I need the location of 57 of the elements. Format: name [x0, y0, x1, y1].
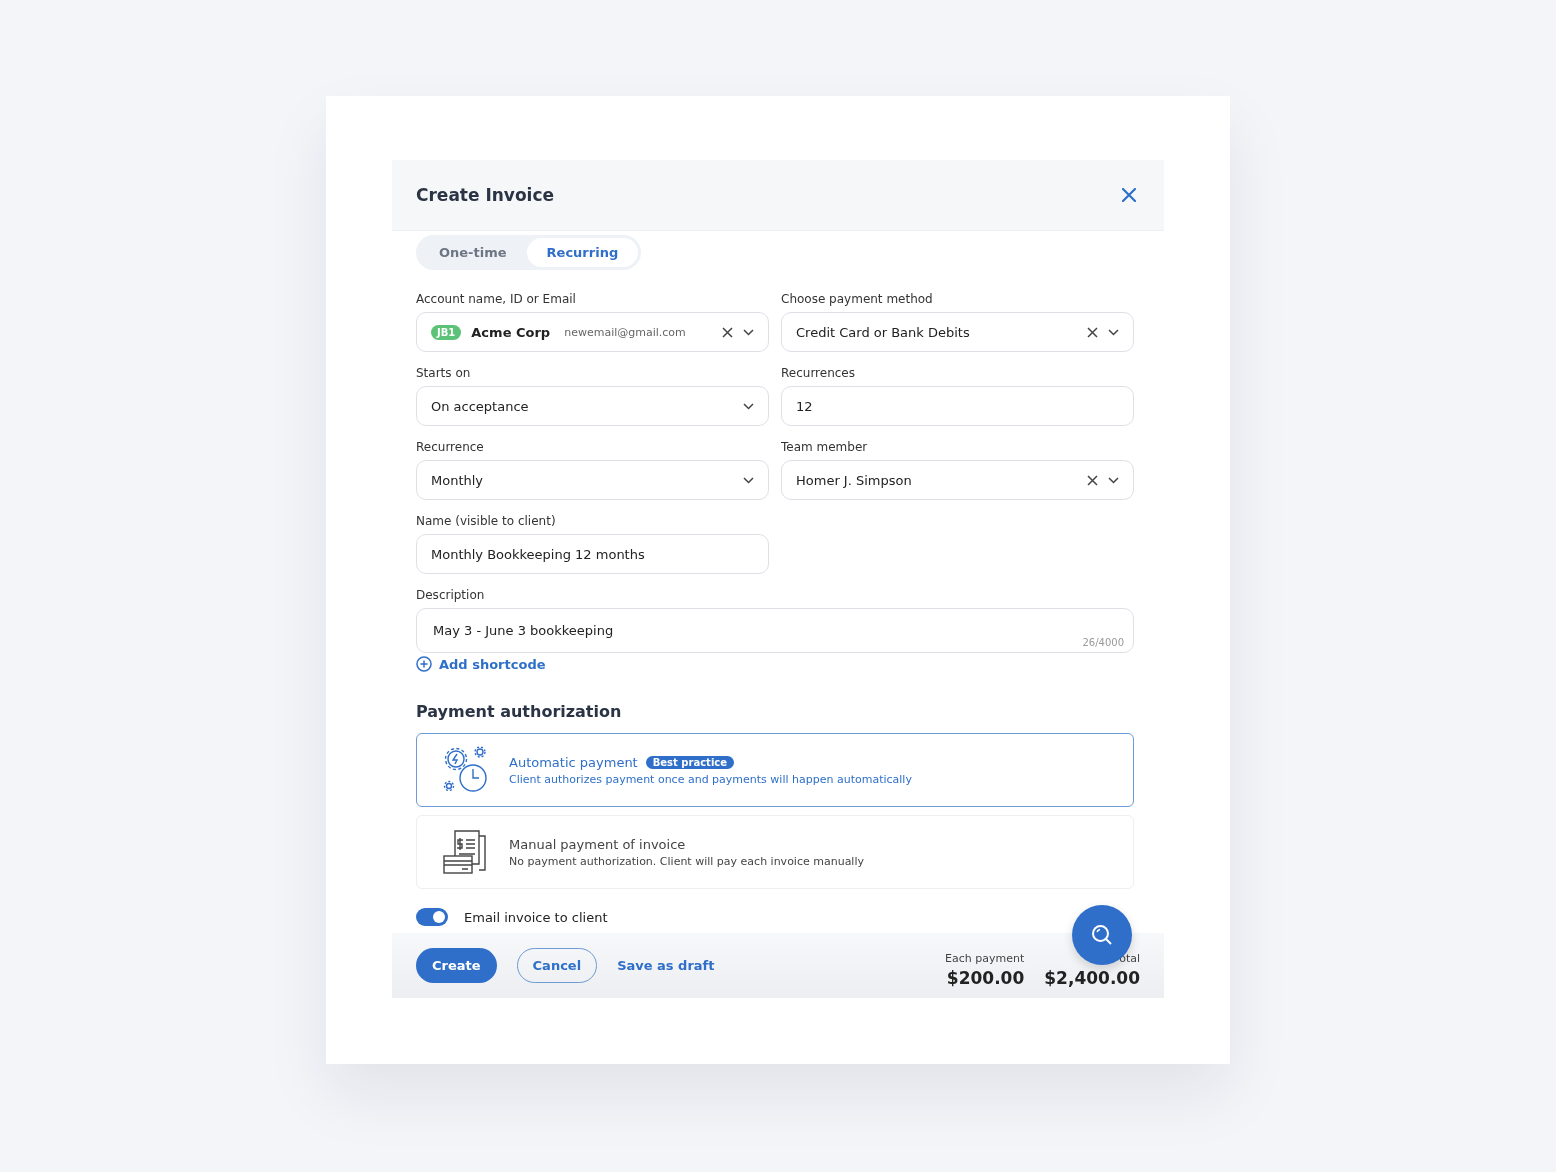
select-value: Monthly: [431, 472, 484, 488]
option-description: Client authorizes payment once and payments will happen automatically: [509, 772, 912, 786]
total-label: Each payment: [945, 951, 1025, 965]
account-email: newemail@gmail.com: [564, 325, 686, 339]
add-shortcode-link[interactable]: Add shortcode: [416, 656, 546, 672]
character-counter: 26/4000: [1082, 637, 1124, 648]
chevron-down-icon[interactable]: [743, 328, 754, 336]
select-field[interactable]: On acceptance: [416, 386, 769, 426]
field-label: Name (visible to client): [416, 514, 557, 528]
payment-option[interactable]: Manual payment of invoice No payment authorization. Client will pay each invoice manually: [416, 815, 1134, 889]
account-field[interactable]: JB1 Acme Corp newemail@gmail.com: [416, 312, 769, 352]
search-icon: [1090, 923, 1114, 947]
select-value: Credit Card or Bank Debits: [796, 324, 970, 340]
select-field[interactable]: Credit Card or Bank Debits: [781, 312, 1134, 352]
plus-circle-icon: [416, 656, 432, 672]
chevron-down-icon[interactable]: [743, 402, 754, 410]
badge: Best practice: [645, 755, 735, 769]
field-label: Description: [416, 588, 486, 602]
dialog-title: Create Invoice: [416, 185, 555, 205]
option-title: Automatic payment: [509, 754, 638, 770]
input-field[interactable]: Monthly Bookkeeping 12 months: [416, 534, 769, 574]
total-value: $200.00: [946, 967, 1025, 988]
chevron-down-icon[interactable]: [1108, 328, 1119, 336]
account-name: Acme Corp: [471, 324, 551, 340]
tab[interactable]: Recurring: [526, 238, 639, 267]
field-label: Team member: [781, 440, 869, 454]
payment-option[interactable]: Automatic payment Best practice Client authorizes payment once and payments will happen automatically: [416, 733, 1134, 807]
clear-icon[interactable]: [1087, 474, 1098, 486]
section-heading: Payment authorization: [416, 702, 623, 721]
input-field[interactable]: 12: [781, 386, 1134, 426]
total-label: otal: [1119, 951, 1140, 965]
field-label: Recurrences: [781, 366, 856, 380]
chevron-down-icon[interactable]: [1108, 476, 1119, 484]
toggle-switch[interactable]: [416, 908, 448, 926]
field-label: Starts on: [416, 366, 472, 380]
description-field[interactable]: May 3 - June 3 bookkeeping 26/4000: [416, 608, 1134, 653]
toggle-label: Email invoice to client: [464, 909, 608, 925]
option-description: No payment authorization. Client will pay each invoice manually: [509, 854, 864, 868]
field-label: Choose payment method: [781, 292, 934, 306]
account-tag: JB1: [431, 324, 462, 340]
field-label: Account name, ID or Email: [416, 292, 577, 306]
create-button[interactable]: Create: [416, 948, 497, 983]
chevron-down-icon[interactable]: [743, 476, 754, 484]
close-icon[interactable]: [1122, 188, 1136, 202]
clear-icon[interactable]: [1087, 326, 1098, 338]
field-label: Recurrence: [416, 440, 485, 454]
select-field[interactable]: Homer J. Simpson: [781, 460, 1134, 500]
gears-clock-icon: [441, 746, 489, 794]
invoice-card-icon: [441, 828, 489, 876]
select-field[interactable]: Monthly: [416, 460, 769, 500]
tab[interactable]: One-time: [419, 238, 527, 267]
select-value: On acceptance: [431, 398, 529, 414]
select-value: Homer J. Simpson: [796, 472, 912, 488]
save-draft-link[interactable]: Save as draft: [617, 948, 715, 983]
total-value: $2,400.00: [1044, 967, 1140, 988]
option-title: Manual payment of invoice: [509, 836, 686, 852]
clear-icon[interactable]: [722, 326, 733, 338]
